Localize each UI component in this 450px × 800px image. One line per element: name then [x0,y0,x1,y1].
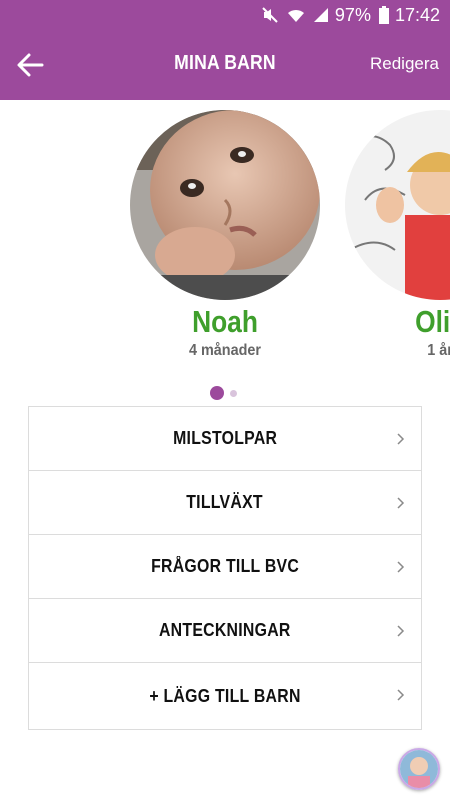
child-name: Noah [192,304,258,339]
page-dot [230,389,237,397]
chevron-right-icon [397,433,405,445]
child-avatar [130,110,320,300]
chevron-right-icon [397,625,405,637]
menu-item-notes[interactable]: ANTECKNINGAR [29,599,421,663]
app-bar: MINA BARN Redigera [0,30,450,100]
menu-item-label: FRÅGOR TILL BVC [150,556,299,576]
page-title: MINA BARN [174,52,276,74]
menu-item-label: ANTECKNINGAR [159,620,291,640]
child-card-noah[interactable]: Noah 4 månader [130,110,320,360]
floating-avatar-button[interactable] [398,748,440,790]
menu-item-growth[interactable]: TILLVÄXT [29,471,421,535]
chevron-right-icon [397,689,405,701]
avatar [400,750,438,788]
page-dot-active [210,386,224,400]
child-age: 4 månader [188,342,262,359]
battery-icon [378,6,389,24]
children-carousel[interactable]: Noah 4 månader Oliv 1 år [0,100,450,385]
status-bar: 97% 17:42 [0,0,450,30]
child-name: Oliv [415,304,450,339]
battery-percent: 97% [334,4,371,25]
menu-item-label: MILSTOLPAR [172,428,278,448]
menu-item-milestones[interactable]: MILSTOLPAR [29,407,421,471]
child-card-oliv[interactable]: Oliv 1 år [345,110,450,360]
signal-icon [313,7,329,23]
mute-icon [261,6,279,24]
menu-item-label: + LÄGG TILL BARN [149,685,301,706]
menu-item-add-child[interactable]: + LÄGG TILL BARN [29,663,421,729]
chevron-right-icon [397,497,405,509]
child-age: 1 år [427,342,450,359]
chevron-right-icon [397,561,405,573]
status-time: 17:42 [394,4,440,25]
menu-item-bvc-questions[interactable]: FRÅGOR TILL BVC [29,535,421,599]
wifi-icon [287,6,305,24]
carousel-page-indicator [210,386,237,400]
edit-button[interactable]: Redigera [370,54,439,74]
child-menu: MILSTOLPAR TILLVÄXT FRÅGOR TILL BVC ANTE… [28,406,422,730]
child-avatar [345,110,450,300]
menu-item-label: TILLVÄXT [186,492,264,512]
